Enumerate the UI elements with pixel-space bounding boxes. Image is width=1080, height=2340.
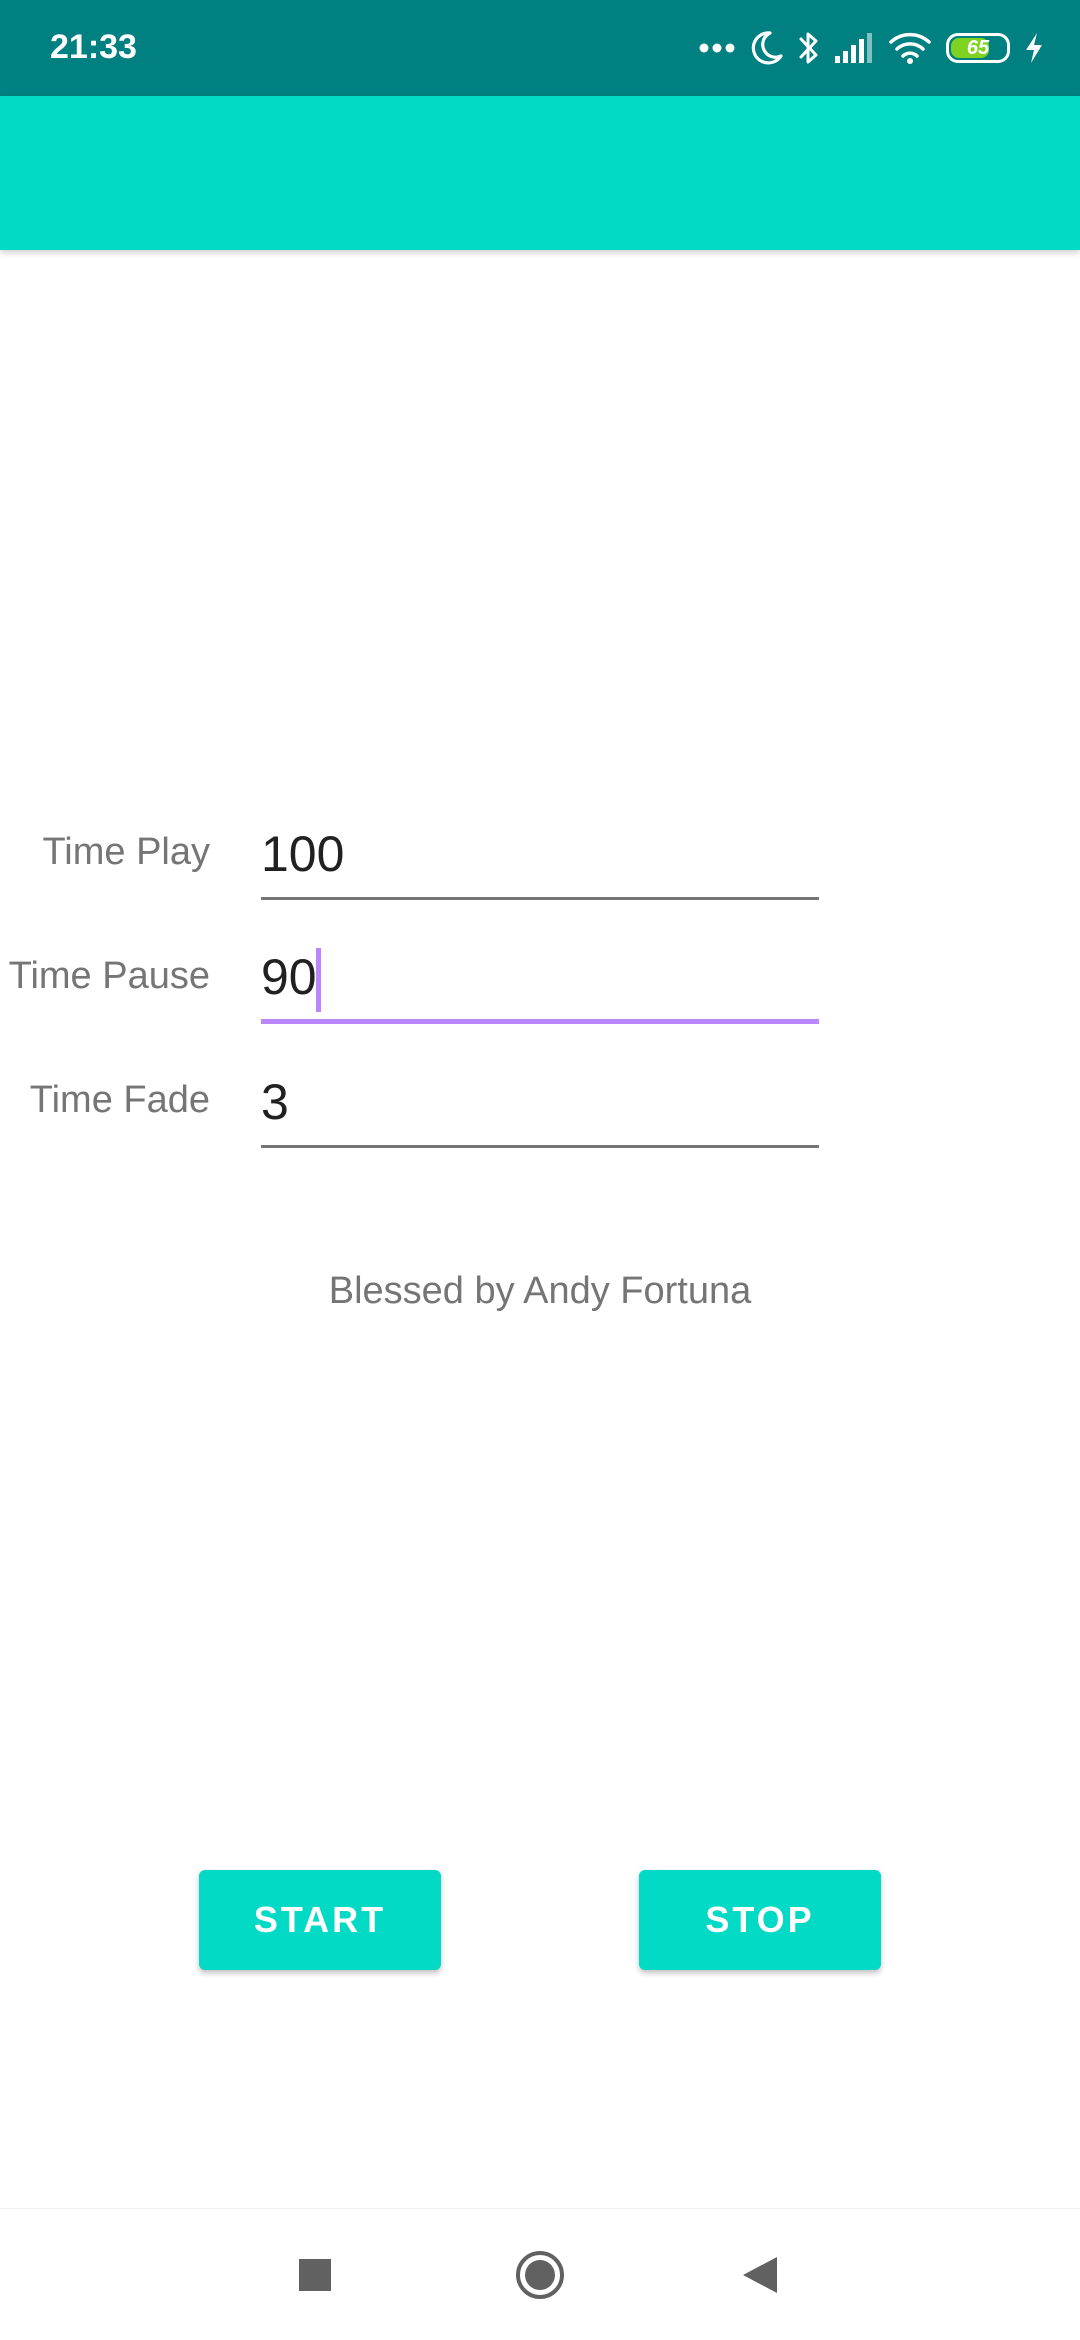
- home-circle-icon[interactable]: [498, 2233, 582, 2317]
- credit-text: Blessed by Andy Fortuna: [328, 1270, 752, 1312]
- time-play-row: Time Play: [0, 790, 1080, 900]
- credit-text-row: Blessed by Andy Fortuna: [0, 1270, 1080, 1313]
- stop-button[interactable]: STOP: [639, 1870, 881, 1970]
- time-fade-input[interactable]: [261, 1058, 819, 1148]
- start-button[interactable]: START: [199, 1870, 441, 1970]
- navigation-bar: [0, 2208, 1080, 2340]
- status-bar: 21:33 65: [0, 0, 1080, 96]
- screen: 21:33 65 Time Play 100 Time Pause 90 Tim…: [0, 0, 1080, 2340]
- more-dots-icon: [698, 42, 736, 54]
- time-play-label: Time Play: [42, 831, 210, 873]
- time-pause-input[interactable]: [261, 934, 819, 1024]
- battery-level: 65: [966, 36, 990, 59]
- wifi-icon: [888, 31, 932, 65]
- bluetooth-icon: [798, 29, 820, 67]
- status-time: 21:33: [50, 28, 137, 66]
- battery-icon: 65: [946, 33, 1010, 63]
- signal-icon: [834, 32, 874, 64]
- text-caret: [316, 948, 321, 1012]
- time-fade-row: Time Fade: [0, 1038, 1080, 1148]
- charging-bolt-icon: [1024, 32, 1044, 64]
- recents-square-icon[interactable]: [273, 2233, 357, 2317]
- time-pause-label: Time Pause: [8, 955, 210, 997]
- time-play-input[interactable]: [261, 810, 819, 900]
- app-bar: [0, 96, 1080, 250]
- status-icons: 65: [698, 26, 1044, 70]
- time-pause-row: Time Pause: [0, 914, 1080, 1024]
- moon-icon: [750, 30, 784, 66]
- back-triangle-icon[interactable]: [718, 2233, 802, 2317]
- time-fade-label: Time Fade: [29, 1079, 210, 1121]
